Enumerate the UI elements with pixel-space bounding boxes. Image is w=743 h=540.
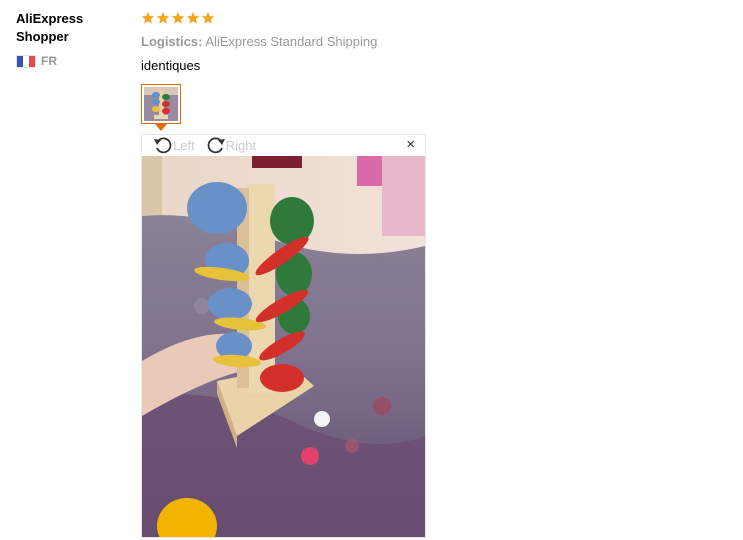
rotate-right-icon <box>207 137 225 154</box>
review-photo <box>142 156 425 537</box>
country-code: FR <box>41 54 57 68</box>
rotate-left-icon <box>154 137 172 154</box>
viewer-toolbar: Left Right × <box>142 135 425 155</box>
thumbnail-photo-icon <box>144 87 178 121</box>
review-comment: identiques <box>141 58 201 73</box>
review-photo-thumbnail[interactable] <box>141 84 181 124</box>
star-icon <box>141 11 155 24</box>
rotate-left-button[interactable]: Left <box>152 135 195 155</box>
logistics-info: Logistics: AliExpress Standard Shipping <box>141 33 741 51</box>
star-rating <box>141 8 741 28</box>
star-icon <box>171 11 185 24</box>
reviewer-name-line1: AliExpress <box>16 11 84 26</box>
review-photo-image <box>142 156 425 537</box>
photo-viewer: Left Right × <box>141 134 426 538</box>
star-icon <box>156 11 170 24</box>
thumbnail-pointer-icon <box>155 124 167 131</box>
logistics-value: AliExpress Standard Shipping <box>205 34 378 49</box>
rotate-left-label: Left <box>173 137 195 153</box>
logistics-label: Logistics: <box>141 34 203 49</box>
reviewer-name-line2: Shopper <box>16 29 69 44</box>
rotate-right-label: Right <box>225 137 257 153</box>
review-content: Logistics: AliExpress Standard Shipping … <box>141 8 741 538</box>
star-icon <box>201 11 215 24</box>
france-flag-icon <box>16 54 36 68</box>
rotate-right-button[interactable]: Right <box>205 135 256 155</box>
thumbnail-image <box>144 87 178 121</box>
close-viewer-button[interactable]: × <box>406 137 415 153</box>
reviewer-info: AliExpress Shopper FR <box>16 10 131 68</box>
star-icon <box>186 11 200 24</box>
review-item: AliExpress Shopper FR Logistics: AliExpr… <box>0 0 743 540</box>
close-icon: × <box>406 136 415 153</box>
reviewer-name: AliExpress Shopper <box>16 10 131 46</box>
reviewer-country: FR <box>16 54 131 68</box>
